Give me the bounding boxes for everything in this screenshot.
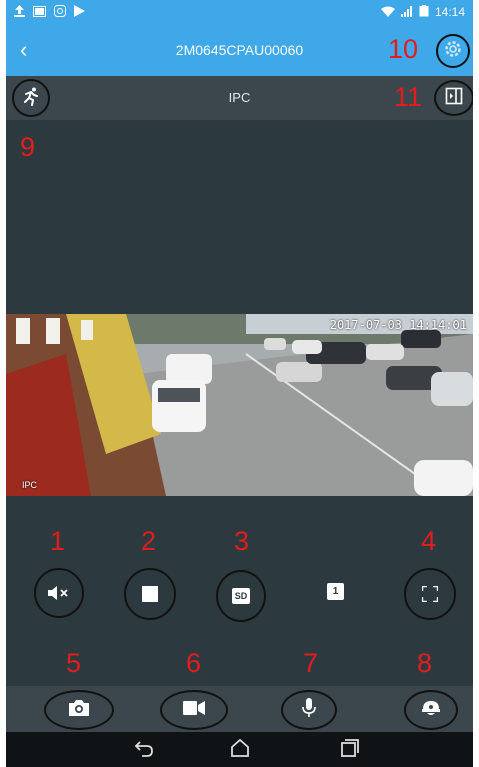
signal-icon xyxy=(400,5,413,19)
annotation-5: 5 xyxy=(66,648,82,678)
wifi-icon xyxy=(380,6,395,19)
split-view-button[interactable] xyxy=(434,80,473,116)
record-button[interactable] xyxy=(160,690,228,730)
split-screen-icon xyxy=(445,87,463,110)
talk-button[interactable] xyxy=(281,690,337,730)
home-nav-icon[interactable] xyxy=(230,738,250,764)
system-nav-bar xyxy=(6,732,473,767)
video-camera-icon xyxy=(183,700,205,720)
recents-nav-icon[interactable] xyxy=(340,738,360,764)
bottom-action-bar xyxy=(6,686,473,732)
annotation-2: 2 xyxy=(141,526,157,556)
status-bar: 14:14 xyxy=(6,0,473,24)
stop-button[interactable] xyxy=(124,568,176,620)
ptz-button[interactable] xyxy=(404,690,458,730)
camera-type-bar: IPC 11 xyxy=(6,76,473,120)
fullscreen-icon xyxy=(422,586,438,602)
mute-button[interactable] xyxy=(34,568,84,618)
gear-icon xyxy=(443,39,463,64)
fullscreen-button[interactable] xyxy=(404,568,456,620)
microphone-icon xyxy=(302,697,316,723)
channel-number-button[interactable]: 1 xyxy=(327,583,344,600)
annotation-8: 8 xyxy=(417,648,433,678)
annotation-11: 11 xyxy=(394,82,423,112)
instagram-icon xyxy=(54,5,66,19)
snapshot-button[interactable] xyxy=(44,690,114,730)
quality-label: SD xyxy=(231,588,251,604)
annotation-9: 9 xyxy=(20,132,36,162)
settings-button[interactable] xyxy=(436,34,470,68)
parking-lot-image xyxy=(6,314,473,496)
annotation-3: 3 xyxy=(234,526,250,556)
title-bar: ‹ 2M0645CPAU00060 10 xyxy=(6,24,473,76)
upload-icon xyxy=(14,5,25,19)
video-empty-area: 9 xyxy=(6,120,473,314)
camera-icon xyxy=(68,699,90,722)
annotation-6: 6 xyxy=(186,648,202,678)
dome-camera-icon xyxy=(421,699,441,722)
video-channel-label: IPC xyxy=(22,480,38,490)
status-time: 14:14 xyxy=(434,5,465,19)
back-nav-icon[interactable] xyxy=(134,738,154,764)
app-screen: 14:14 ‹ 2M0645CPAU00060 10 IPC 11 9 2017… xyxy=(6,0,473,767)
play-store-icon xyxy=(74,5,85,19)
controls-panel: 1 2 3 4 SD 1 5 6 7 8 xyxy=(6,496,473,686)
annotation-4: 4 xyxy=(421,526,437,556)
annotation-1: 1 xyxy=(50,526,66,556)
stop-icon xyxy=(142,586,158,602)
mute-icon xyxy=(47,585,71,601)
annotation-10: 10 xyxy=(388,34,419,64)
gallery-icon xyxy=(33,5,46,19)
annotation-7: 7 xyxy=(303,648,319,678)
live-video-frame[interactable]: 2017-07-03 14:14:01 IPC xyxy=(6,314,473,496)
video-timestamp: 2017-07-03 14:14:01 xyxy=(329,318,467,332)
quality-sd-button[interactable]: SD xyxy=(216,570,266,622)
battery-icon xyxy=(419,5,429,19)
